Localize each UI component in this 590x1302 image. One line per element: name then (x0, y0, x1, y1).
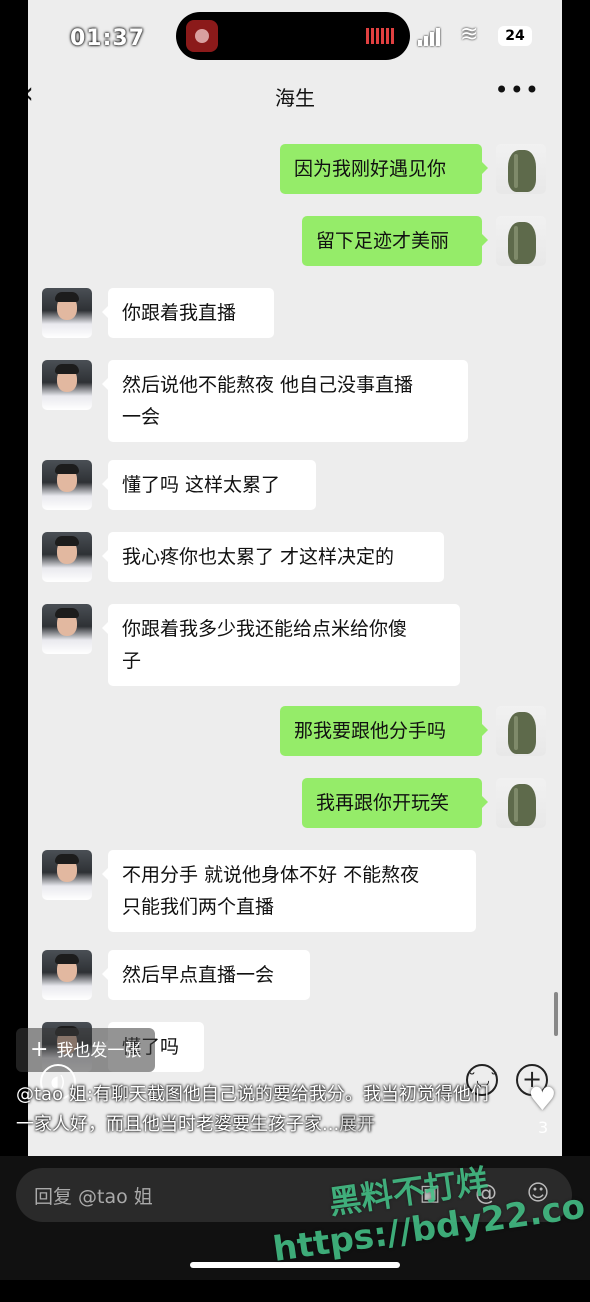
chat-title: 海生 (275, 86, 315, 110)
received-message[interactable]: 不用分手 就说他身体不好 不能熬夜 只能我们两个直播 (102, 850, 476, 932)
contact-avatar[interactable] (42, 950, 92, 1000)
contact-avatar[interactable] (42, 460, 92, 510)
wifi-icon: ≋ (460, 22, 479, 47)
contact-avatar[interactable] (42, 360, 92, 410)
expand-link[interactable]: 展开 (339, 1114, 375, 1135)
chat-header: ‹ 海生 ••• (28, 70, 562, 120)
sent-message[interactable]: 我再跟你开玩笑 (302, 778, 488, 828)
sent-message[interactable]: 留下足迹才美丽 (302, 216, 488, 266)
received-message[interactable]: 懂了吗 这样太累了 (102, 460, 316, 510)
contact-avatar[interactable] (42, 288, 92, 338)
dynamic-island (176, 12, 410, 60)
post-caption: @tao 姐:有聊天截图他自己说的要给我分。我当初觉得他们一家人好，而且他当时老… (16, 1080, 506, 1140)
screenshot-frame: 01:37 ≋ 24 ‹ 海生 ••• 因为我刚好遇见你留下足迹才美丽你跟着我直… (28, 0, 562, 1156)
caption-text: @tao 姐:有聊天截图他自己说的要给我分。我当初觉得他们一家人好，而且他当时老… (16, 1084, 489, 1135)
my-avatar[interactable] (496, 144, 546, 194)
plus-icon: + (30, 1037, 49, 1062)
heart-icon[interactable]: ♥ (528, 1080, 557, 1118)
received-message[interactable]: 然后说他不能熬夜 他自己没事直播 一会 (102, 360, 468, 442)
my-avatar[interactable] (496, 216, 546, 266)
received-message[interactable]: 你跟着我多少我还能给点米给你傻 子 (102, 604, 460, 686)
sent-message[interactable]: 因为我刚好遇见你 (280, 144, 488, 194)
sent-message[interactable]: 那我要跟他分手吗 (280, 706, 488, 756)
recording-icon (186, 20, 218, 52)
received-message[interactable]: 我心疼你也太累了 才这样决定的 (102, 532, 444, 582)
signal-icon (418, 28, 444, 46)
post-one-button[interactable]: + 我也发一张 (16, 1028, 156, 1072)
status-bar: 01:37 ≋ 24 (28, 0, 562, 70)
battery-icon: 24 (498, 26, 532, 46)
reply-placeholder: 回复 @tao 姐 (34, 1186, 153, 1208)
received-message[interactable]: 然后早点直播一会 (102, 950, 310, 1000)
contact-avatar[interactable] (42, 532, 92, 582)
contact-avatar[interactable] (42, 604, 92, 654)
more-dots-icon[interactable]: ••• (495, 76, 540, 104)
my-avatar[interactable] (496, 706, 546, 756)
status-time: 01:37 (70, 26, 146, 51)
received-message[interactable]: 你跟着我直播 (102, 288, 274, 338)
audio-wave-icon (366, 28, 396, 44)
post-button-label: 我也发一张 (56, 1041, 142, 1061)
my-avatar[interactable] (496, 778, 546, 828)
scrollbar[interactable] (554, 992, 558, 1036)
contact-avatar[interactable] (42, 850, 92, 900)
